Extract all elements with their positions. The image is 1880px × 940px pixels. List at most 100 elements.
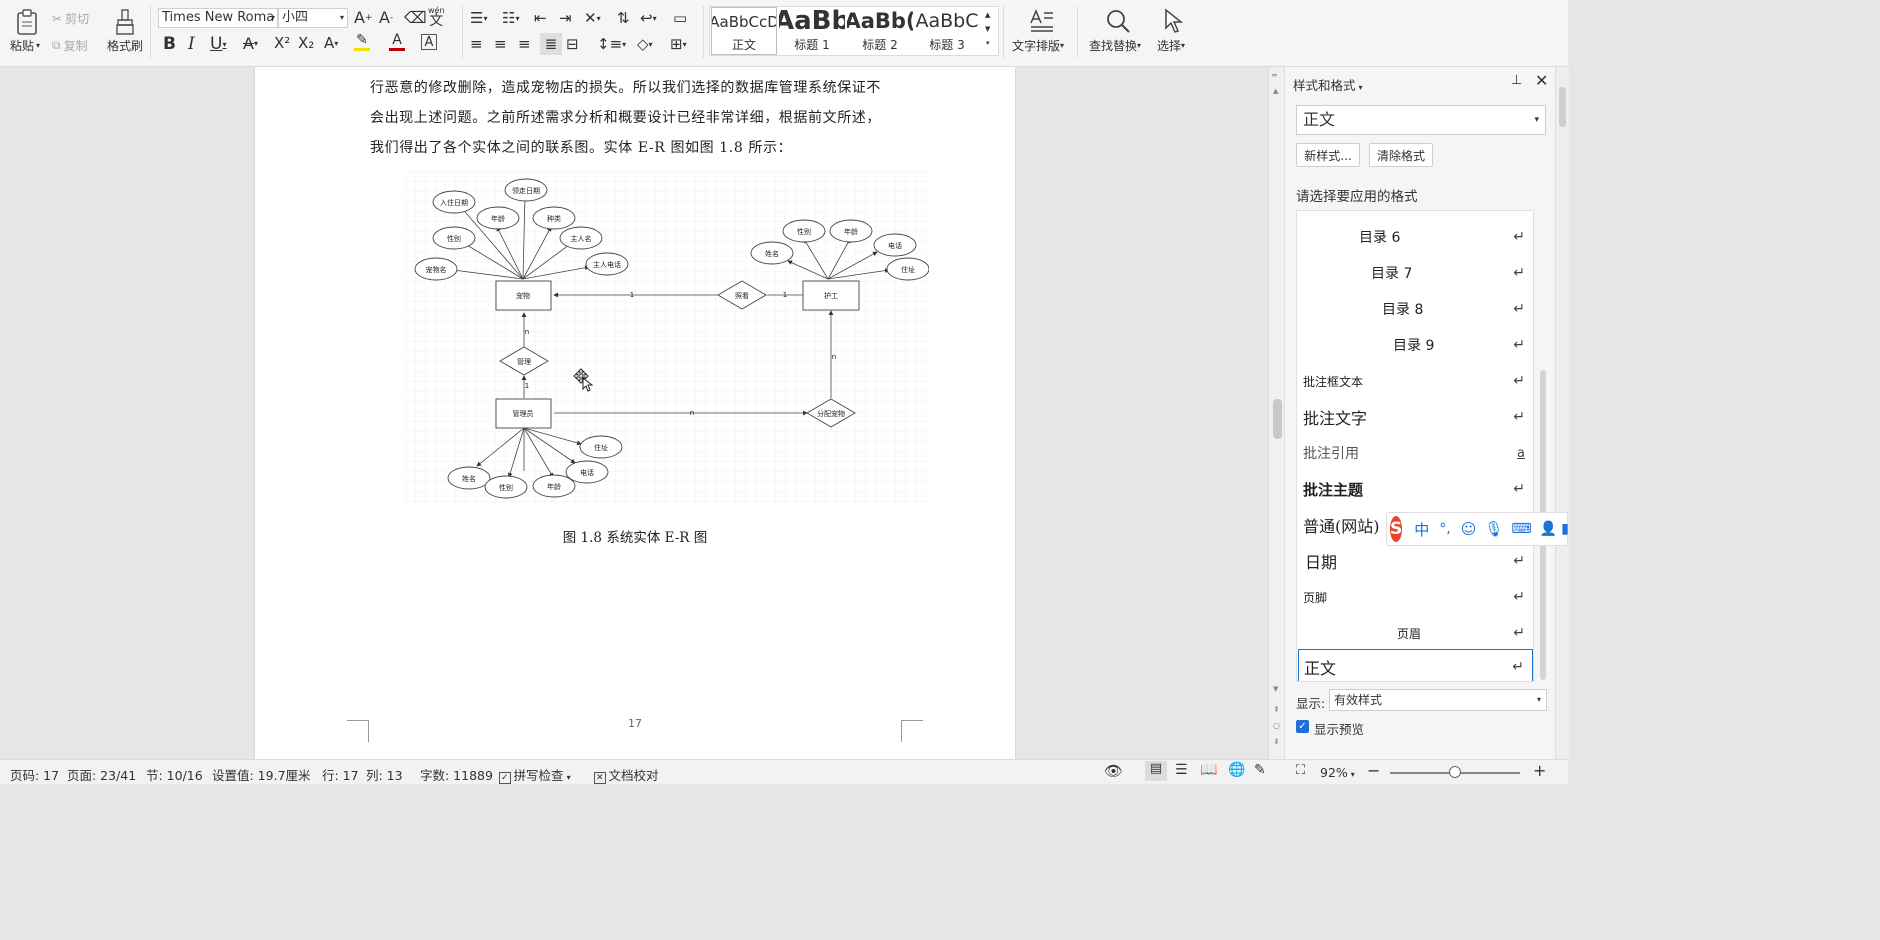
style-item-toc6[interactable]: 目录 6 ↵: [1297, 219, 1533, 255]
vertical-scrollbar[interactable]: ═ ▲ ▼ ⇞ ○ ⇟: [1268, 67, 1284, 759]
keyboard-icon[interactable]: ⌨: [1511, 521, 1531, 537]
borders-icon[interactable]: ⊞ ▾: [670, 35, 687, 53]
style-heading-1[interactable]: AaBb 标题 1: [779, 7, 845, 55]
format-painter-icon[interactable]: [114, 8, 136, 36]
align-right-icon[interactable]: ≡: [518, 35, 531, 53]
style-item-toc7[interactable]: 目录 7 ↵: [1297, 255, 1533, 291]
font-size-select[interactable]: 小四 ▾: [278, 8, 348, 28]
justify-icon[interactable]: ≣: [540, 33, 562, 55]
italic-icon[interactable]: I: [188, 34, 195, 54]
style-item-toc9[interactable]: 目录 9 ↵: [1297, 327, 1533, 363]
style-item-normal[interactable]: 正文 ↵: [1298, 649, 1533, 681]
style-item-footer[interactable]: 页脚 ↵: [1297, 579, 1533, 615]
status-page-code[interactable]: 页码: 17: [10, 765, 59, 784]
clear-format-button[interactable]: 清除格式: [1369, 143, 1433, 167]
browse-object-icon[interactable]: ○: [1273, 721, 1280, 730]
text-layout-icon[interactable]: [1028, 8, 1056, 34]
style-list-scrollbar[interactable]: [1538, 210, 1548, 682]
status-page[interactable]: 页面: 23/41: [67, 765, 136, 784]
status-word-count[interactable]: 字数: 11889: [420, 765, 493, 784]
scroll-down-icon[interactable]: ▼: [1273, 685, 1278, 693]
ime-lang-toggle[interactable]: 中: [1414, 519, 1429, 540]
font-color-icon[interactable]: A: [389, 32, 405, 51]
zoom-level[interactable]: 92% ▾: [1320, 765, 1355, 780]
ime-punct-toggle[interactable]: °,: [1439, 521, 1450, 537]
zoom-in-icon[interactable]: +: [1533, 761, 1546, 780]
numbered-list-icon[interactable]: ☷ ▾: [502, 9, 519, 27]
paste-button[interactable]: 粘贴 ▾: [10, 37, 40, 54]
web-view-icon[interactable]: 🌐: [1228, 762, 1245, 778]
chinese-layout-icon[interactable]: ✕ ▾: [584, 9, 601, 27]
panel-scroll-thumb[interactable]: [1559, 87, 1566, 127]
ime-toolbar[interactable]: S 中 °, ☺ 🎙 ⌨ 👤 ▮: [1386, 512, 1569, 546]
status-col[interactable]: 列: 13: [366, 765, 403, 784]
style-gallery-scroll[interactable]: ▲ ▼ ▾: [985, 8, 990, 50]
doc-proof-button[interactable]: ✕ 文档校对: [594, 765, 659, 784]
show-filter-select[interactable]: 有效样式 ▾: [1329, 689, 1547, 711]
eraser-icon[interactable]: ⌫: [404, 8, 427, 27]
select-button[interactable]: 选择 ▾: [1157, 37, 1185, 54]
text-effect-icon[interactable]: A ▾: [324, 34, 338, 52]
style-heading-3[interactable]: AaBbC 标题 3: [913, 7, 981, 55]
spell-check-button[interactable]: ✓ 拼写检查 ▾: [499, 765, 571, 784]
pen-icon[interactable]: ✎: [1254, 762, 1266, 778]
sogou-logo-icon[interactable]: S: [1390, 516, 1403, 542]
zoom-slider-thumb[interactable]: [1449, 766, 1461, 778]
char-border-icon[interactable]: A: [421, 34, 437, 50]
paste-icon[interactable]: [14, 8, 40, 36]
style-item-balloon-text[interactable]: 批注框文本 ↵: [1297, 363, 1533, 399]
subscript-icon[interactable]: X₂: [298, 34, 314, 52]
style-item-header[interactable]: 页眉 ↵: [1297, 615, 1533, 651]
zoom-out-icon[interactable]: −: [1367, 761, 1380, 780]
user-icon[interactable]: 👤: [1540, 521, 1557, 537]
skin-icon[interactable]: ▮: [1561, 521, 1569, 537]
show-marks-icon[interactable]: ↩ ▾: [640, 9, 657, 27]
shading-icon[interactable]: ◇ ▾: [637, 35, 653, 53]
font-name-select[interactable]: Times New Roma ▾: [158, 8, 278, 28]
eye-protect-icon[interactable]: 👁: [1104, 762, 1123, 780]
page-view-icon[interactable]: ▤: [1145, 761, 1167, 781]
distribute-icon[interactable]: ⊟: [566, 35, 579, 53]
panel-title[interactable]: 样式和格式 ▾: [1293, 75, 1363, 94]
underline-icon[interactable]: U ▾: [210, 34, 226, 54]
cut-button[interactable]: ✂ 剪切: [52, 10, 89, 27]
er-diagram[interactable]: 入住日期 领走日期 年龄 种类 性别 主人名 宠物名 主人电话 性别 年龄 姓名…: [405, 171, 929, 509]
align-left-icon[interactable]: ≡: [470, 35, 483, 53]
emoji-icon[interactable]: ☺: [1461, 520, 1477, 538]
style-item-comment-text[interactable]: 批注文字 ↵: [1297, 399, 1533, 435]
prev-page-icon[interactable]: ⇞: [1273, 705, 1280, 714]
increase-indent-icon[interactable]: ⇥: [559, 9, 572, 27]
style-item-date[interactable]: 日期 ↵: [1297, 543, 1533, 579]
format-painter-button[interactable]: 格式刷: [107, 37, 143, 54]
decrease-indent-icon[interactable]: ⇤: [534, 9, 547, 27]
find-replace-button[interactable]: 查找替换 ▾: [1089, 37, 1141, 54]
new-style-button[interactable]: 新样式...: [1296, 143, 1360, 167]
style-list[interactable]: 目录 6 ↵ 目录 7 ↵ 目录 8 ↵ 目录 9 ↵ 批注框文本 ↵ 批注文字 ↵ 批注引…: [1296, 210, 1534, 682]
cursor-select-icon[interactable]: [1161, 8, 1185, 34]
pin-icon[interactable]: ⊥: [1511, 73, 1522, 88]
scroll-thumb[interactable]: [1273, 399, 1282, 439]
highlight-icon[interactable]: ✎: [354, 32, 370, 51]
document-page[interactable]: 行恶意的修改删除，造成宠物店的损失。所以我们选择的数据库管理系统保证不 会出现上…: [255, 67, 1015, 759]
microphone-icon[interactable]: 🎙: [1484, 520, 1503, 538]
text-layout-button[interactable]: 文字排版 ▾: [1012, 37, 1064, 54]
line-spacing-icon[interactable]: ↕≡ ▾: [597, 35, 626, 53]
superscript-icon[interactable]: X²: [274, 34, 290, 52]
status-section[interactable]: 节: 10/16: [146, 765, 203, 784]
outline-view-icon[interactable]: ☰: [1175, 762, 1188, 778]
strikethrough-icon[interactable]: A ▾: [243, 34, 258, 53]
close-icon[interactable]: ✕: [1535, 71, 1548, 90]
grow-font-icon[interactable]: A +: [354, 8, 373, 27]
show-preview-checkbox[interactable]: ✓: [1296, 720, 1309, 733]
status-row[interactable]: 行: 17: [322, 765, 359, 784]
panel-scrollbar[interactable]: [1555, 67, 1569, 759]
current-style-select[interactable]: 正文 ▾: [1296, 105, 1546, 135]
align-center-icon[interactable]: ≡: [494, 35, 507, 53]
bold-icon[interactable]: B: [163, 34, 176, 54]
bullet-list-icon[interactable]: ☰ ▾: [470, 9, 487, 27]
ruler-icon[interactable]: ▭: [673, 9, 687, 27]
next-page-icon[interactable]: ⇟: [1273, 737, 1280, 746]
style-item-comment-ref[interactable]: 批注引用 a: [1297, 435, 1533, 471]
style-item-toc8[interactable]: 目录 8 ↵: [1297, 291, 1533, 327]
scroll-up-icon[interactable]: ▲: [1273, 87, 1278, 95]
